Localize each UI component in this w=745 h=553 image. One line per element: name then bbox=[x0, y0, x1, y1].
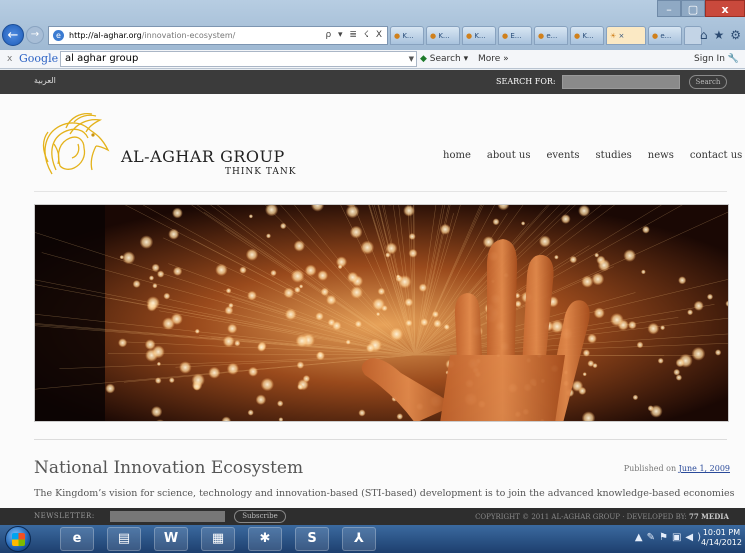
google-toolbar: x Google al aghar group ▼ ◆ Search ▾ Mor… bbox=[0, 50, 745, 69]
nav-home[interactable]: home bbox=[443, 150, 471, 161]
browser-tab[interactable]: ● K... bbox=[390, 26, 424, 45]
start-button[interactable] bbox=[5, 526, 31, 552]
windows-taskbar: e ▤ W ▦ ✱ S ⅄ ▲✎⚑▣◀) 10:01 PM 4/14/2012 bbox=[0, 525, 745, 553]
folder-icon[interactable]: ▤ bbox=[107, 527, 141, 551]
main-navigation: home about us events studies news contac… bbox=[443, 150, 742, 161]
minimize-button[interactable]: – bbox=[657, 0, 681, 17]
copyright-text: COPYRIGHT © 2011 AL-AGHAR GROUP · DEVELO… bbox=[475, 512, 729, 521]
google-search-input[interactable]: al aghar group ▼ bbox=[60, 51, 417, 67]
browser-tab[interactable]: ● K... bbox=[426, 26, 460, 45]
settings-gear-icon[interactable]: ⚙ bbox=[730, 28, 741, 42]
dropdown-arrow-icon[interactable]: ▼ bbox=[409, 52, 414, 66]
site-search-button[interactable]: Search bbox=[689, 75, 727, 89]
google-search-button[interactable]: ◆ Search ▾ bbox=[420, 50, 468, 68]
address-bar[interactable]: e http://al-aghar.org/innovation-ecosyst… bbox=[48, 26, 388, 45]
google-logo: Google bbox=[19, 52, 59, 65]
system-tray[interactable]: ▲✎⚑▣◀) bbox=[635, 532, 705, 543]
navigation-row: ← → e http://al-aghar.org/innovation-eco… bbox=[0, 24, 745, 48]
arabic-language-link[interactable]: العربية bbox=[34, 76, 56, 85]
browser-tab[interactable]: ● E... bbox=[498, 26, 532, 45]
site-top-bar: العربية SEARCH FOR: Search bbox=[0, 70, 745, 94]
address-bar-controls[interactable]: ρ ▾ ≣ ☇ X bbox=[325, 27, 384, 44]
window-controls: – ▢ x bbox=[657, 0, 745, 18]
tab-strip: ● K... ● K... ● K... ● E... ● e... ● K..… bbox=[390, 26, 702, 45]
header-divider bbox=[34, 191, 727, 192]
newsletter-label: NEWSLETTER: bbox=[34, 512, 95, 520]
newsletter-input[interactable] bbox=[110, 511, 225, 522]
browser-tab-active[interactable]: ☀ × bbox=[606, 26, 646, 45]
site-favicon-icon: e bbox=[53, 30, 64, 41]
back-button[interactable]: ← bbox=[2, 24, 24, 46]
browser-tab[interactable]: ● K... bbox=[462, 26, 496, 45]
maximize-button[interactable]: ▢ bbox=[681, 0, 705, 17]
home-icon[interactable]: ⌂ bbox=[700, 28, 708, 42]
subscribe-button[interactable]: Subscribe bbox=[234, 510, 286, 523]
browser-tab[interactable]: ● e... bbox=[534, 26, 568, 45]
system-clock[interactable]: 10:01 PM 4/14/2012 bbox=[701, 528, 742, 548]
close-window-button[interactable]: x bbox=[705, 0, 745, 17]
skype-icon[interactable]: S bbox=[295, 527, 329, 551]
browser-tab[interactable]: ● e... bbox=[648, 26, 682, 45]
brand-subtitle: THINK TANK bbox=[225, 167, 297, 177]
nav-contact-us[interactable]: contact us bbox=[690, 150, 742, 161]
brand-name[interactable]: AL-AGHAR GROUP bbox=[121, 147, 285, 166]
calculator-icon[interactable]: ▦ bbox=[201, 527, 235, 551]
internet-explorer-icon[interactable]: e bbox=[60, 527, 94, 551]
site-search-input[interactable] bbox=[562, 75, 680, 89]
word-icon[interactable]: W bbox=[154, 527, 188, 551]
wrench-icon: 🔧 bbox=[727, 54, 739, 64]
url-domain: http://al-aghar.org bbox=[69, 31, 142, 40]
url-path: /innovation-ecosystem/ bbox=[141, 31, 236, 40]
page-content: AL-AGHAR GROUP THINK TANK home about us … bbox=[0, 94, 745, 508]
close-toolbar-icon[interactable]: x bbox=[7, 50, 12, 68]
hero-image bbox=[34, 204, 729, 422]
windows-logo-icon bbox=[12, 533, 25, 546]
page-title: National Innovation Ecosystem bbox=[34, 458, 304, 478]
sign-in-button[interactable]: Sign In 🔧 bbox=[694, 50, 739, 68]
article-intro: The Kingdom’s vision for science, techno… bbox=[34, 488, 735, 499]
browser-tab[interactable]: ● K... bbox=[570, 26, 604, 45]
published-date: Published on June 1, 2009 bbox=[623, 464, 730, 473]
more-button[interactable]: More » bbox=[478, 50, 509, 68]
network-icon[interactable]: ✱ bbox=[248, 527, 282, 551]
published-date-link[interactable]: June 1, 2009 bbox=[679, 464, 730, 473]
nav-studies[interactable]: studies bbox=[596, 150, 632, 161]
browser-chrome: – ▢ x ← → e http://al-aghar.org/innovati… bbox=[0, 0, 745, 50]
nav-about-us[interactable]: about us bbox=[487, 150, 531, 161]
favorites-star-icon[interactable]: ★ bbox=[713, 28, 724, 42]
search-label: SEARCH FOR: bbox=[496, 77, 556, 86]
clock-time: 10:01 PM bbox=[702, 528, 741, 537]
content-divider bbox=[34, 439, 727, 440]
pdf-icon[interactable]: ⅄ bbox=[342, 527, 376, 551]
site-footer: NEWSLETTER: Subscribe COPYRIGHT © 2011 A… bbox=[0, 508, 745, 525]
nav-news[interactable]: news bbox=[648, 150, 674, 161]
clock-date: 4/14/2012 bbox=[700, 538, 742, 547]
browser-right-icons: ⌂ ★ ⚙ bbox=[700, 28, 741, 42]
horse-logo-icon[interactable] bbox=[30, 104, 120, 194]
developer-link[interactable]: 77 MEDIA bbox=[689, 512, 729, 521]
nav-events[interactable]: events bbox=[546, 150, 579, 161]
forward-button[interactable]: → bbox=[26, 26, 44, 44]
